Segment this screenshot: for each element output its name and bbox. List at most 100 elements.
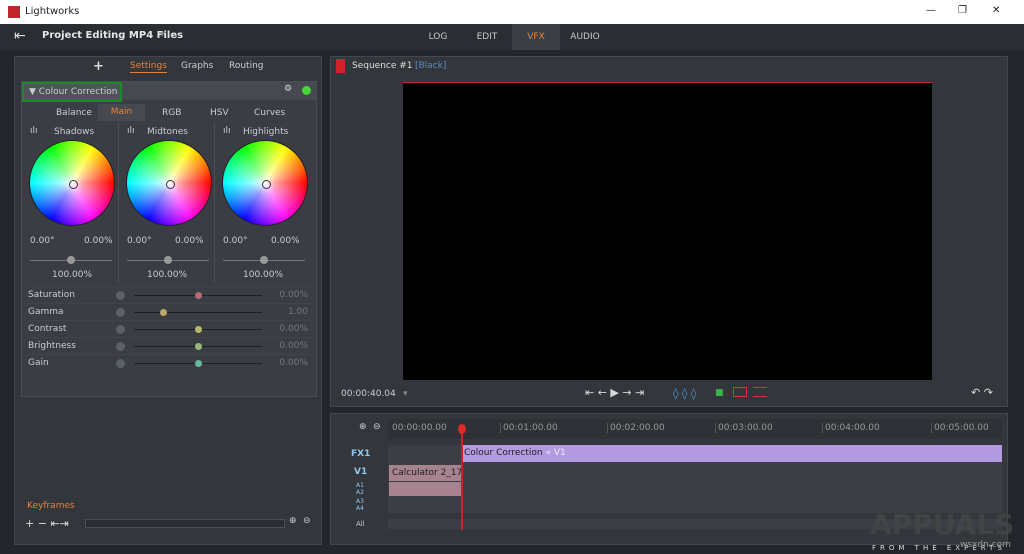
slider-track[interactable] (134, 312, 262, 313)
timeline-zoom-in-icon[interactable]: ⊕ (359, 422, 367, 432)
level-knob[interactable] (260, 256, 268, 264)
hue-amount: 0.00% (84, 236, 113, 246)
timecode-dropdown-icon[interactable]: ▾ (403, 389, 408, 399)
hue-angle: 0.00° (223, 236, 248, 246)
tab-settings[interactable]: Settings (130, 61, 167, 73)
level-value: 100.00% (52, 270, 93, 280)
reset-icon[interactable] (116, 342, 125, 351)
tab-audio[interactable]: AUDIO (561, 24, 609, 50)
tab-vfx[interactable]: VFX (512, 24, 560, 50)
app-icon (8, 6, 20, 18)
hue-angle: 0.00° (127, 236, 152, 246)
slider-value: 1.00 (287, 307, 308, 317)
subtab-curves[interactable]: Curves (254, 108, 285, 118)
ruler-tick-label: 00:01:00.00 (500, 423, 558, 433)
wheel-label: Highlights (243, 127, 289, 137)
zoom-in-icon[interactable]: ⊕ (289, 516, 297, 526)
reset-icon[interactable] (116, 308, 125, 317)
timeline-zoom-out-icon[interactable]: ⊖ (373, 422, 381, 432)
ruler-tick-label: 00:02:00.00 (607, 423, 665, 433)
subtab-balance[interactable]: Balance (56, 108, 92, 118)
maximize-button[interactable]: ❐ (958, 5, 967, 16)
effect-settings-icon[interactable]: ⚙ (284, 84, 292, 94)
track-label-v1[interactable]: V1 (354, 467, 367, 477)
minimize-button[interactable]: — (926, 5, 936, 16)
hue-amount: 0.00% (175, 236, 204, 246)
reset-icon[interactable] (116, 359, 125, 368)
playhead[interactable] (461, 426, 463, 530)
exit-project-icon[interactable]: ⇤ (14, 28, 26, 44)
track-label-a3[interactable]: A3 (356, 498, 364, 505)
tab-graphs[interactable]: Graphs (181, 61, 213, 71)
timecode[interactable]: 00:00:40.04 (341, 389, 396, 399)
transport-controls[interactable]: ⇤ ← ▶ → ⇥ (585, 386, 644, 399)
ruler-tick-label: 00:05:00.00 (931, 423, 989, 433)
tab-log[interactable]: LOG (414, 24, 462, 50)
window-title: Lightworks (25, 6, 80, 17)
slider-knob[interactable] (195, 343, 202, 350)
subtab-main[interactable]: Main (98, 104, 145, 121)
slider-knob[interactable] (160, 309, 168, 316)
video-clip[interactable]: Calculator 2_17 (389, 465, 461, 481)
level-knob[interactable] (164, 256, 172, 264)
slider-row-brightness: Brightness 0.00% (28, 337, 312, 354)
slider-label: Gain (28, 358, 49, 368)
wheel-midtones: ılı Midtones 0.00° 0.00% 100.00% (118, 122, 216, 282)
color-wheel[interactable] (29, 140, 115, 226)
zoom-out-icon[interactable]: ⊖ (303, 516, 311, 526)
subtab-rgb[interactable]: RGB (162, 108, 181, 118)
slider-row-contrast: Contrast 0.00% (28, 320, 312, 337)
keyframe-track[interactable] (85, 519, 285, 528)
slider-label: Saturation (28, 290, 75, 300)
track-label-a4[interactable]: A4 (356, 505, 364, 512)
fx-clip[interactable]: Colour Correction « V1 (461, 445, 1002, 462)
slider-knob[interactable] (195, 292, 202, 299)
slider-label: Gamma (28, 307, 64, 317)
level-knob[interactable] (67, 256, 75, 264)
effect-name[interactable]: ▼ Colour Correction (22, 82, 122, 102)
viewer-tag: [Black] (415, 61, 447, 71)
watermark-logo-text: APPUALS (870, 508, 1015, 541)
undo-redo-buttons[interactable]: ↶ ↷ (971, 386, 993, 399)
ruler-tick-label: 00:03:00.00 (715, 423, 773, 433)
mark-in-icon[interactable]: ◊ ◊ ◊ (673, 387, 696, 400)
tab-routing[interactable]: Routing (229, 61, 264, 71)
app-bar: ⇤ Project Editing MP4 Files ▾ LOG EDIT V… (0, 24, 1024, 50)
reset-icon[interactable] (116, 291, 125, 300)
add-effect-button[interactable]: + (93, 59, 104, 74)
video-clip-label: Calculator 2_17 (392, 468, 461, 478)
sequence-color-tag (336, 59, 345, 73)
playhead-marker[interactable] (458, 424, 466, 434)
level-value: 100.00% (147, 270, 188, 280)
tab-edit[interactable]: EDIT (463, 24, 511, 50)
keyframe-controls[interactable]: + − ⇤⇥ (25, 517, 69, 530)
title-bar: Lightworks — ❐ ✕ (0, 0, 1024, 24)
effect-enabled-indicator[interactable] (302, 86, 311, 95)
cue-icon[interactable]: ■ (715, 388, 724, 398)
hue-angle: 0.00° (30, 236, 55, 246)
track-label-all[interactable]: All (356, 520, 365, 528)
timeline-ruler[interactable]: 00:00:00.00 00:01:00.00 00:02:00.00 00:0… (388, 419, 1002, 439)
track-label-a2[interactable]: A2 (356, 489, 364, 496)
track-label-a1[interactable]: A1 (356, 482, 364, 489)
subtab-hsv[interactable]: HSV (210, 108, 229, 118)
project-dropdown-icon[interactable]: ▾ (160, 30, 165, 40)
slider-label: Brightness (28, 341, 76, 351)
slider-knob[interactable] (195, 360, 202, 367)
ruler-tick-label: 00:04:00.00 (822, 423, 880, 433)
insert-icon[interactable] (733, 387, 747, 397)
track-label-fx1[interactable]: FX1 (351, 449, 370, 459)
audio-clip[interactable] (389, 482, 461, 496)
slider-knob[interactable] (195, 326, 202, 333)
color-wheel[interactable] (222, 140, 308, 226)
remove-icon[interactable] (753, 387, 767, 397)
color-wheel[interactable] (126, 140, 212, 226)
slider-value: 0.00% (279, 341, 308, 351)
wheel-highlights: ılı Highlights 0.00° 0.00% 100.00% (214, 122, 314, 282)
close-button[interactable]: ✕ (992, 5, 1000, 16)
reset-icon[interactable] (116, 325, 125, 334)
watermark-site: wsxdn.com (960, 540, 1011, 550)
effects-panel: + Settings Graphs Routing ▼ Colour Corre… (14, 56, 322, 545)
wheel-label: Shadows (54, 127, 95, 137)
slider-row-gain: Gain 0.00% (28, 354, 312, 371)
